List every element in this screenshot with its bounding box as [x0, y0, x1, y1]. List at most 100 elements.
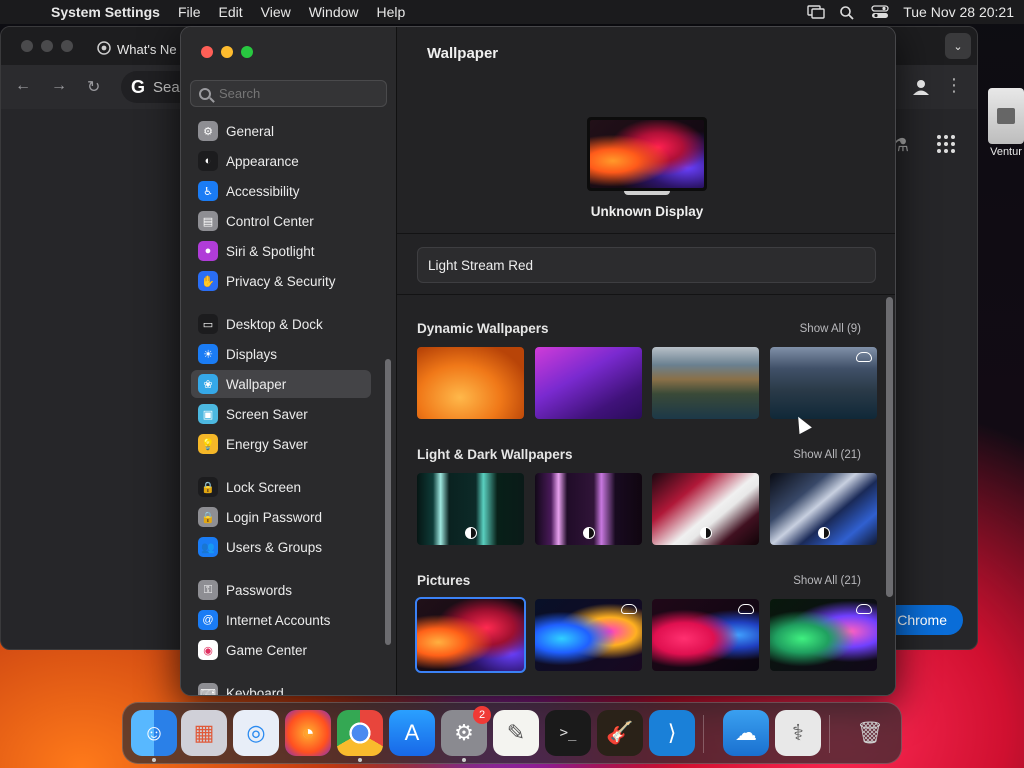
sidebar-item-label: Accessibility — [226, 183, 300, 199]
sidebar-item-accessibility[interactable]: ♿ Accessibility — [191, 177, 371, 205]
sidebar-item-internet-accounts[interactable]: @ Internet Accounts — [191, 606, 371, 634]
sidebar-search[interactable] — [190, 80, 387, 107]
reload-icon[interactable]: ↻ — [87, 77, 100, 97]
dock-app-terminal[interactable]: >_ — [545, 710, 591, 756]
dock-app-disk-utility[interactable]: ⚕ — [775, 710, 821, 756]
desktop-volume-icon[interactable]: Ventur — [986, 88, 1024, 158]
search-input[interactable] — [219, 86, 379, 101]
dock-app-weather[interactable]: ☁ — [723, 710, 769, 756]
wallpaper-thumbnail[interactable] — [535, 599, 642, 671]
wallpaper-thumbnail[interactable] — [417, 347, 524, 419]
sidebar-item-appearance[interactable]: ◐ Appearance — [191, 147, 371, 175]
zoom-button[interactable] — [241, 46, 253, 58]
sidebar-item-screen-saver[interactable]: ▣ Screen Saver — [191, 400, 371, 428]
current-wallpaper-menu[interactable]: Light Stream Red — [417, 247, 876, 283]
wallpaper-thumbnail[interactable] — [652, 347, 759, 419]
chevron-down-icon[interactable]: ⌄ — [945, 33, 971, 59]
sidebar-item-label: Displays — [226, 346, 278, 362]
menu-window[interactable]: Window — [300, 4, 368, 20]
search-icon — [199, 87, 211, 100]
menu-help[interactable]: Help — [368, 4, 415, 20]
settings-sidebar: ⚙ General ◐ Appearance ♿ Accessibility ▤ Contro… — [181, 27, 397, 695]
sidebar-item-siri-spotlight[interactable]: ● Siri & Spotlight — [191, 237, 371, 265]
menu-edit[interactable]: Edit — [210, 4, 252, 20]
lock-icon: 🔒 — [198, 477, 218, 497]
sidebar-item-lock-screen[interactable]: 🔒 Lock Screen — [191, 473, 371, 501]
sidebar-item-game-center[interactable]: ◉ Game Center — [191, 636, 371, 664]
sidebar-item-displays[interactable]: ☀ Displays — [191, 340, 371, 368]
sidebar-item-wallpaper[interactable]: ❀ Wallpaper — [191, 370, 371, 398]
chrome-logo-icon — [97, 40, 111, 58]
sidebar-item-control-center[interactable]: ▤ Control Center — [191, 207, 371, 235]
wallpaper-thumbnail[interactable] — [770, 347, 877, 419]
sidebar-item-label: General — [226, 123, 275, 139]
download-cloud-icon — [856, 352, 872, 362]
menu-view[interactable]: View — [252, 4, 300, 20]
google-apps-icon[interactable] — [937, 135, 955, 153]
wallpaper-thumbnail[interactable] — [417, 473, 524, 545]
main-scrollbar[interactable] — [886, 297, 893, 597]
control-center-icon[interactable] — [871, 5, 889, 19]
dock-separator — [829, 715, 830, 753]
sidebar-item-users-groups[interactable]: 👥 Users & Groups — [191, 533, 371, 561]
menu-app-name[interactable]: System Settings — [42, 4, 169, 20]
sidebar-item-keyboard[interactable]: ⌨ Keyboard — [191, 679, 371, 695]
dock-app-safari[interactable]: ◎ — [233, 710, 279, 756]
dock-app-finder[interactable]: ☺ — [131, 710, 177, 762]
dock-app-garageband[interactable]: 🎸 — [597, 710, 643, 756]
minimize-button[interactable] — [221, 46, 233, 58]
dock-app-vs-code[interactable]: ⟩ — [649, 710, 695, 756]
dock-app-chrome[interactable] — [337, 710, 383, 762]
sidebar-item-general[interactable]: ⚙ General — [191, 117, 371, 145]
sidebar-item-passwords[interactable]: ⚿ Passwords — [191, 576, 371, 604]
wallpaper-thumbnail[interactable] — [770, 473, 877, 545]
wallpaper-thumbnail-selected[interactable] — [415, 597, 526, 673]
section-pictures-title: Pictures — [417, 573, 471, 588]
wallpaper-thumbnail[interactable] — [652, 473, 759, 545]
at-icon: @ — [198, 610, 218, 630]
screen-mirroring-icon[interactable] — [807, 5, 825, 19]
show-all-light-dark-button[interactable]: Show All (21) — [793, 449, 861, 461]
menu-clock[interactable]: Tue Nov 28 20:21 — [903, 4, 1014, 20]
dock-app-app-store[interactable]: A — [389, 710, 435, 756]
sidebar-item-label: Wallpaper — [226, 376, 287, 392]
divider — [397, 294, 895, 295]
sidebar-item-label: Screen Saver — [226, 406, 308, 422]
siri-icon: ● — [198, 241, 218, 261]
chrome-zoom-button[interactable] — [61, 40, 73, 52]
dock-app-textedit[interactable]: ✎ — [493, 710, 539, 756]
chrome-minimize-button[interactable] — [41, 40, 53, 52]
menu-bar: System Settings File Edit View Window He… — [0, 0, 1024, 24]
wallpaper-thumbnail[interactable] — [652, 599, 759, 671]
profile-icon[interactable] — [911, 77, 931, 97]
sidebar-item-privacy-security[interactable]: ✋ Privacy & Security — [191, 267, 371, 295]
chrome-tab[interactable]: What's Ne — [97, 35, 187, 63]
wallpaper-thumbnail[interactable] — [535, 473, 642, 545]
sidebar-scrollbar[interactable] — [385, 359, 391, 645]
close-button[interactable] — [201, 46, 213, 58]
show-all-dynamic-button[interactable]: Show All (9) — [800, 323, 861, 335]
chrome-menu-icon[interactable]: ⋮ — [945, 75, 963, 96]
spotlight-search-icon[interactable] — [839, 5, 857, 20]
wallpaper-thumbnail[interactable] — [535, 347, 642, 419]
forward-arrow-icon[interactable]: → — [51, 77, 67, 95]
wallpaper-thumbnail[interactable] — [770, 599, 877, 671]
dock-app-launchpad[interactable]: ▦ — [181, 710, 227, 756]
sidebar-item-login-password[interactable]: 🔒 Login Password — [191, 503, 371, 531]
sidebar-item-label: Internet Accounts — [226, 612, 331, 628]
sidebar-item-energy-saver[interactable]: 💡 Energy Saver — [191, 430, 371, 458]
dock-app-trash[interactable]: 🗑 — [847, 710, 893, 756]
show-all-pictures-button[interactable]: Show All (21) — [793, 575, 861, 587]
key-icon: ⚿ — [198, 580, 218, 600]
chrome-close-button[interactable] — [21, 40, 33, 52]
light-dark-badge-icon — [464, 527, 477, 539]
wallpaper-pane: Wallpaper Unknown Display Light Stream R… — [397, 27, 895, 695]
dock-app-system-settings[interactable]: ⚙ 2 — [441, 706, 491, 762]
dock-app-firefox[interactable]: ◔ — [285, 710, 331, 756]
firefox-icon: ◔ — [301, 720, 315, 745]
back-arrow-icon[interactable]: ← — [15, 77, 31, 95]
display-preview — [587, 117, 707, 191]
sidebar-item-desktop-dock[interactable]: ▭ Desktop & Dock — [191, 310, 371, 338]
light-dark-badge-icon — [699, 527, 712, 539]
menu-file[interactable]: File — [169, 4, 210, 20]
